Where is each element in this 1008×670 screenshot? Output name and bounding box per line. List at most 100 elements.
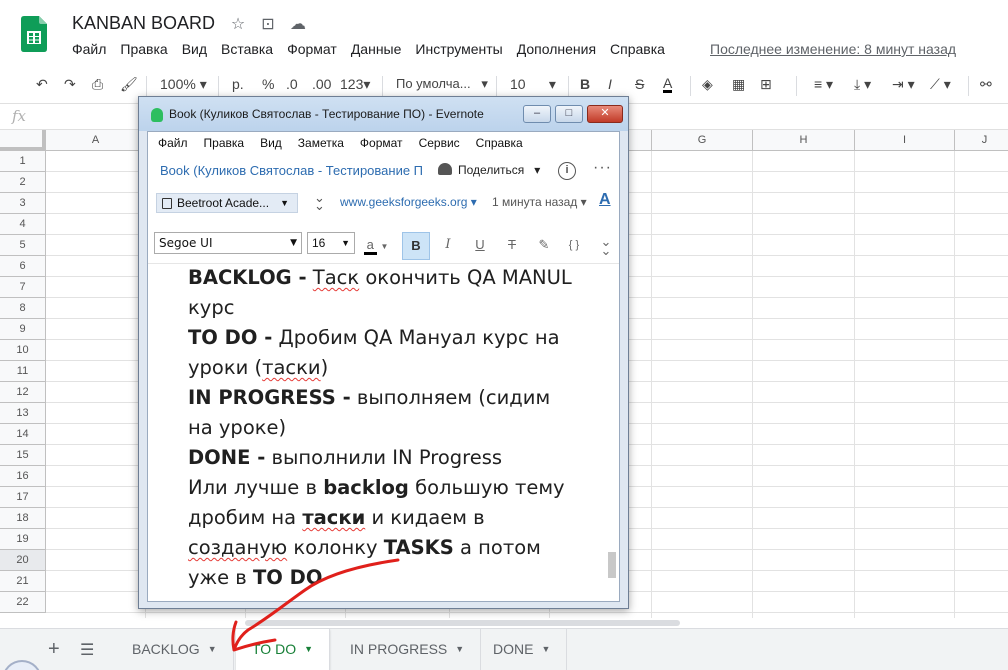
maximize-button[interactable]: □ bbox=[555, 105, 583, 123]
increase-decimal-button[interactable]: .00 bbox=[312, 76, 331, 92]
decrease-decimal-button[interactable]: .0 bbox=[286, 76, 298, 92]
note-text[interactable]: BACKLOG - Таск окончить QA MANUL курс TO… bbox=[188, 264, 578, 593]
zoom-select[interactable]: 100% ▾ bbox=[160, 76, 207, 93]
menu-data[interactable]: Данные bbox=[351, 41, 402, 57]
row-header-17[interactable]: 17 bbox=[0, 487, 46, 508]
italic-button[interactable]: I bbox=[608, 76, 612, 92]
font-size-select[interactable]: 10 ▾ bbox=[510, 76, 556, 93]
row-header-4[interactable]: 4 bbox=[0, 214, 46, 235]
menu-addons[interactable]: Дополнения bbox=[517, 41, 596, 57]
horizontal-scrollbar[interactable] bbox=[0, 618, 1008, 628]
text-color-button[interactable]: A bbox=[663, 76, 673, 93]
info-icon[interactable]: i bbox=[558, 162, 576, 180]
notebook-select[interactable]: Beetroot Acade... ▼ bbox=[156, 193, 298, 213]
en-menu-edit[interactable]: Правка bbox=[204, 132, 245, 154]
row-header-7[interactable]: 7 bbox=[0, 277, 46, 298]
row-header-5[interactable]: 5 bbox=[0, 235, 46, 256]
row-header-8[interactable]: 8 bbox=[0, 298, 46, 319]
select-all-corner[interactable] bbox=[0, 130, 46, 151]
note-title[interactable]: Book (Куликов Святослав - Тестирование П bbox=[160, 163, 425, 178]
menu-insert[interactable]: Вставка bbox=[221, 41, 273, 57]
merge-cells-icon[interactable]: ⊞ bbox=[760, 76, 772, 93]
row-header-15[interactable]: 15 bbox=[0, 445, 46, 466]
percent-button[interactable]: % bbox=[262, 76, 274, 92]
column-header-j[interactable]: J bbox=[955, 130, 1008, 151]
tab-backlog[interactable]: BACKLOG ▼ bbox=[116, 629, 234, 670]
column-header-g[interactable]: G bbox=[652, 130, 753, 151]
currency-button[interactable]: р. bbox=[232, 76, 244, 92]
text-rotation-icon[interactable]: ⟋ ▾ bbox=[930, 76, 951, 93]
en-menu-file[interactable]: Файл bbox=[158, 132, 188, 154]
row-header-14[interactable]: 14 bbox=[0, 424, 46, 445]
add-sheet-button[interactable]: + bbox=[48, 638, 60, 661]
row-header-9[interactable]: 9 bbox=[0, 319, 46, 340]
menu-tools[interactable]: Инструменты bbox=[415, 41, 502, 57]
column-header-h[interactable]: H bbox=[753, 130, 855, 151]
row-header-3[interactable]: 3 bbox=[0, 193, 46, 214]
row-header-20[interactable]: 20 bbox=[0, 550, 46, 571]
last-edit-link[interactable]: Последнее изменение: 8 минут назад bbox=[710, 41, 956, 57]
evernote-titlebar[interactable]: Book (Куликов Святослав - Тестирование П… bbox=[139, 97, 628, 131]
expand-icon[interactable]: ⌄ ⌄ bbox=[314, 191, 325, 212]
row-header-2[interactable]: 2 bbox=[0, 172, 46, 193]
note-content[interactable]: BACKLOG - Таск окончить QA MANUL курс TO… bbox=[148, 264, 619, 601]
menu-help[interactable]: Справка bbox=[610, 41, 665, 57]
row-header-6[interactable]: 6 bbox=[0, 256, 46, 277]
redo-icon[interactable]: ↷ bbox=[64, 76, 76, 93]
move-folder-icon[interactable]: ⊡ bbox=[258, 14, 278, 34]
highlight-icon[interactable]: ✎ bbox=[530, 232, 558, 260]
cloud-status-icon[interactable]: ☁ bbox=[288, 14, 308, 34]
document-title[interactable]: KANBAN BOARD bbox=[72, 13, 215, 34]
code-block-button[interactable]: { } bbox=[560, 232, 588, 260]
row-header-21[interactable]: 21 bbox=[0, 571, 46, 592]
menu-format[interactable]: Формат bbox=[287, 41, 337, 57]
vertical-scrollbar-thumb[interactable] bbox=[608, 552, 616, 578]
bold-button[interactable]: B bbox=[580, 76, 590, 92]
row-header-1[interactable]: 1 bbox=[0, 151, 46, 172]
borders-icon[interactable]: ▦ bbox=[732, 76, 745, 93]
share-button[interactable]: Поделиться ▾ bbox=[438, 163, 540, 177]
text-wrap-icon[interactable]: ⇥ ▾ bbox=[892, 76, 915, 93]
font-size-select[interactable]: 16 ▼ bbox=[307, 232, 355, 254]
italic-button[interactable]: I bbox=[434, 232, 462, 260]
horizontal-scrollbar-thumb[interactable] bbox=[245, 620, 680, 626]
expand-toolbar-icon[interactable]: ⌄ ⌄ bbox=[592, 232, 620, 260]
bold-button[interactable]: B bbox=[402, 232, 430, 260]
undo-icon[interactable]: ↶ bbox=[36, 76, 48, 93]
insert-link-icon[interactable]: ⚯ bbox=[980, 76, 992, 93]
all-sheets-list-icon[interactable]: ☰ bbox=[80, 640, 94, 660]
row-header-11[interactable]: 11 bbox=[0, 361, 46, 382]
en-menu-note[interactable]: Заметка bbox=[298, 132, 344, 154]
strikethrough-button[interactable]: T bbox=[498, 232, 526, 260]
row-header-18[interactable]: 18 bbox=[0, 508, 46, 529]
print-icon[interactable]: ⎙ bbox=[92, 76, 103, 93]
font-family-select[interactable]: Segoe UI ▼ bbox=[154, 232, 302, 254]
en-menu-view[interactable]: Вид bbox=[260, 132, 282, 154]
more-options-icon[interactable]: ··· bbox=[593, 159, 612, 177]
horizontal-align-icon[interactable]: ≡ ▾ bbox=[814, 76, 833, 93]
source-url-link[interactable]: www.geeksforgeeks.org ▾ bbox=[340, 195, 477, 209]
column-header-i[interactable]: I bbox=[855, 130, 955, 151]
font-color-button[interactable]: a ▼ bbox=[362, 232, 390, 260]
row-header-19[interactable]: 19 bbox=[0, 529, 46, 550]
tab-todo[interactable]: TO DO ▼ bbox=[236, 629, 330, 670]
row-header-22[interactable]: 22 bbox=[0, 592, 46, 613]
en-menu-help[interactable]: Справка bbox=[476, 132, 523, 154]
en-menu-format[interactable]: Формат bbox=[360, 132, 403, 154]
font-style-icon[interactable]: A bbox=[599, 191, 611, 209]
paint-format-icon[interactable]: 🖌 bbox=[120, 76, 138, 93]
font-select[interactable]: По умолча... ▾ bbox=[396, 76, 488, 92]
underline-button[interactable]: U bbox=[466, 232, 494, 260]
row-header-16[interactable]: 16 bbox=[0, 466, 46, 487]
tab-done[interactable]: DONE ▼ bbox=[477, 629, 568, 670]
modified-time[interactable]: 1 минута назад ▾ bbox=[492, 195, 587, 209]
menu-file[interactable]: Файл bbox=[72, 41, 106, 57]
fill-color-icon[interactable]: ◈ bbox=[702, 76, 713, 93]
row-header-13[interactable]: 13 bbox=[0, 403, 46, 424]
column-header-a[interactable]: A bbox=[46, 130, 146, 151]
en-menu-tools[interactable]: Сервис bbox=[419, 132, 460, 154]
row-header-10[interactable]: 10 bbox=[0, 340, 46, 361]
menu-view[interactable]: Вид bbox=[182, 41, 207, 57]
close-button[interactable]: ✕ bbox=[587, 105, 623, 123]
more-formats-select[interactable]: 123▾ bbox=[340, 76, 370, 93]
